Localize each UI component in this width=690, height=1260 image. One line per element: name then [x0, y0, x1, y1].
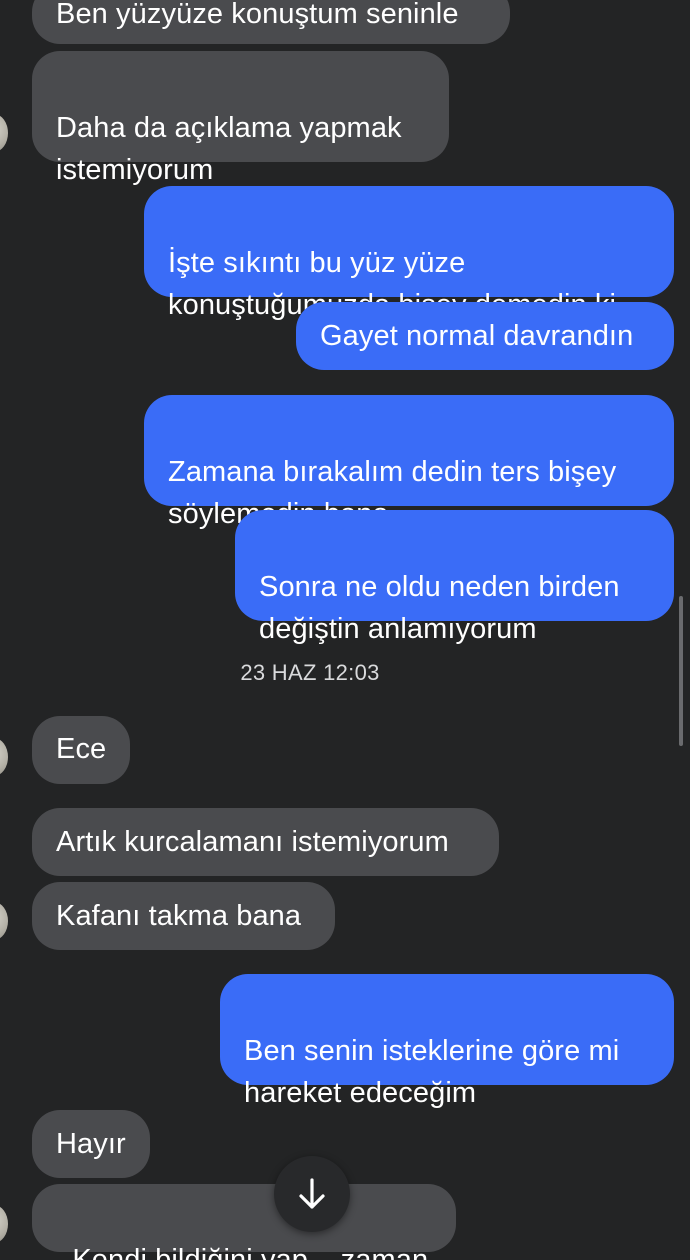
message-received[interactable]: Kendi bildiğini yap zaman: [32, 1184, 456, 1260]
scroll-to-bottom-button[interactable]: [274, 1156, 350, 1232]
message-text: Ece: [56, 733, 107, 765]
message-received[interactable]: Artık kurcalamanı istemiyorum: [32, 808, 499, 876]
arrow-down-icon: [299, 1178, 325, 1209]
message-received[interactable]: Kafanı takma bana: [32, 882, 335, 950]
message-timestamp: 23 HAZ 12:03: [240, 660, 380, 685]
message-sent[interactable]: Sonra ne oldu neden birden değiştin anla…: [235, 510, 674, 645]
contact-avatar[interactable]: [0, 902, 8, 940]
message-text: Gayet normal davrandın: [320, 320, 634, 352]
contact-avatar[interactable]: [0, 114, 8, 152]
message-received[interactable]: Hayır: [32, 1110, 150, 1178]
message-sent[interactable]: Zamana bırakalım dedin ters bişey söylem…: [144, 395, 674, 530]
message-text: Kafanı takma bana: [56, 900, 302, 932]
message-text: Ben yüzyüze konuştum seninle: [56, 0, 459, 30]
message-sent[interactable]: Ben senin isteklerine göre mi hareket ed…: [220, 974, 674, 1109]
message-text: Artık kurcalamanı istemiyorum: [56, 826, 449, 858]
message-text: Kendi bildiğini yap zaman: [72, 1244, 429, 1260]
message-text: Hayır: [56, 1128, 126, 1160]
message-received[interactable]: Daha da açıklama yapmak istemiyorum: [32, 51, 449, 186]
message-sent[interactable]: İşte sıkıntı bu yüz yüze konuştuğumuzda …: [144, 186, 674, 321]
message-text: Daha da açıklama yapmak istemiyorum: [56, 112, 402, 186]
message-received[interactable]: Ben yüzyüze konuştum seninle: [32, 0, 510, 44]
scrollbar[interactable]: [679, 596, 683, 746]
message-received[interactable]: Ece: [32, 716, 130, 784]
message-sent[interactable]: Gayet normal davrandın: [296, 302, 674, 370]
contact-avatar[interactable]: [0, 1205, 8, 1243]
message-text: Sonra ne oldu neden birden değiştin anla…: [259, 571, 620, 645]
contact-avatar[interactable]: [0, 738, 8, 776]
message-text: Ben senin isteklerine göre mi hareket ed…: [244, 1035, 620, 1109]
